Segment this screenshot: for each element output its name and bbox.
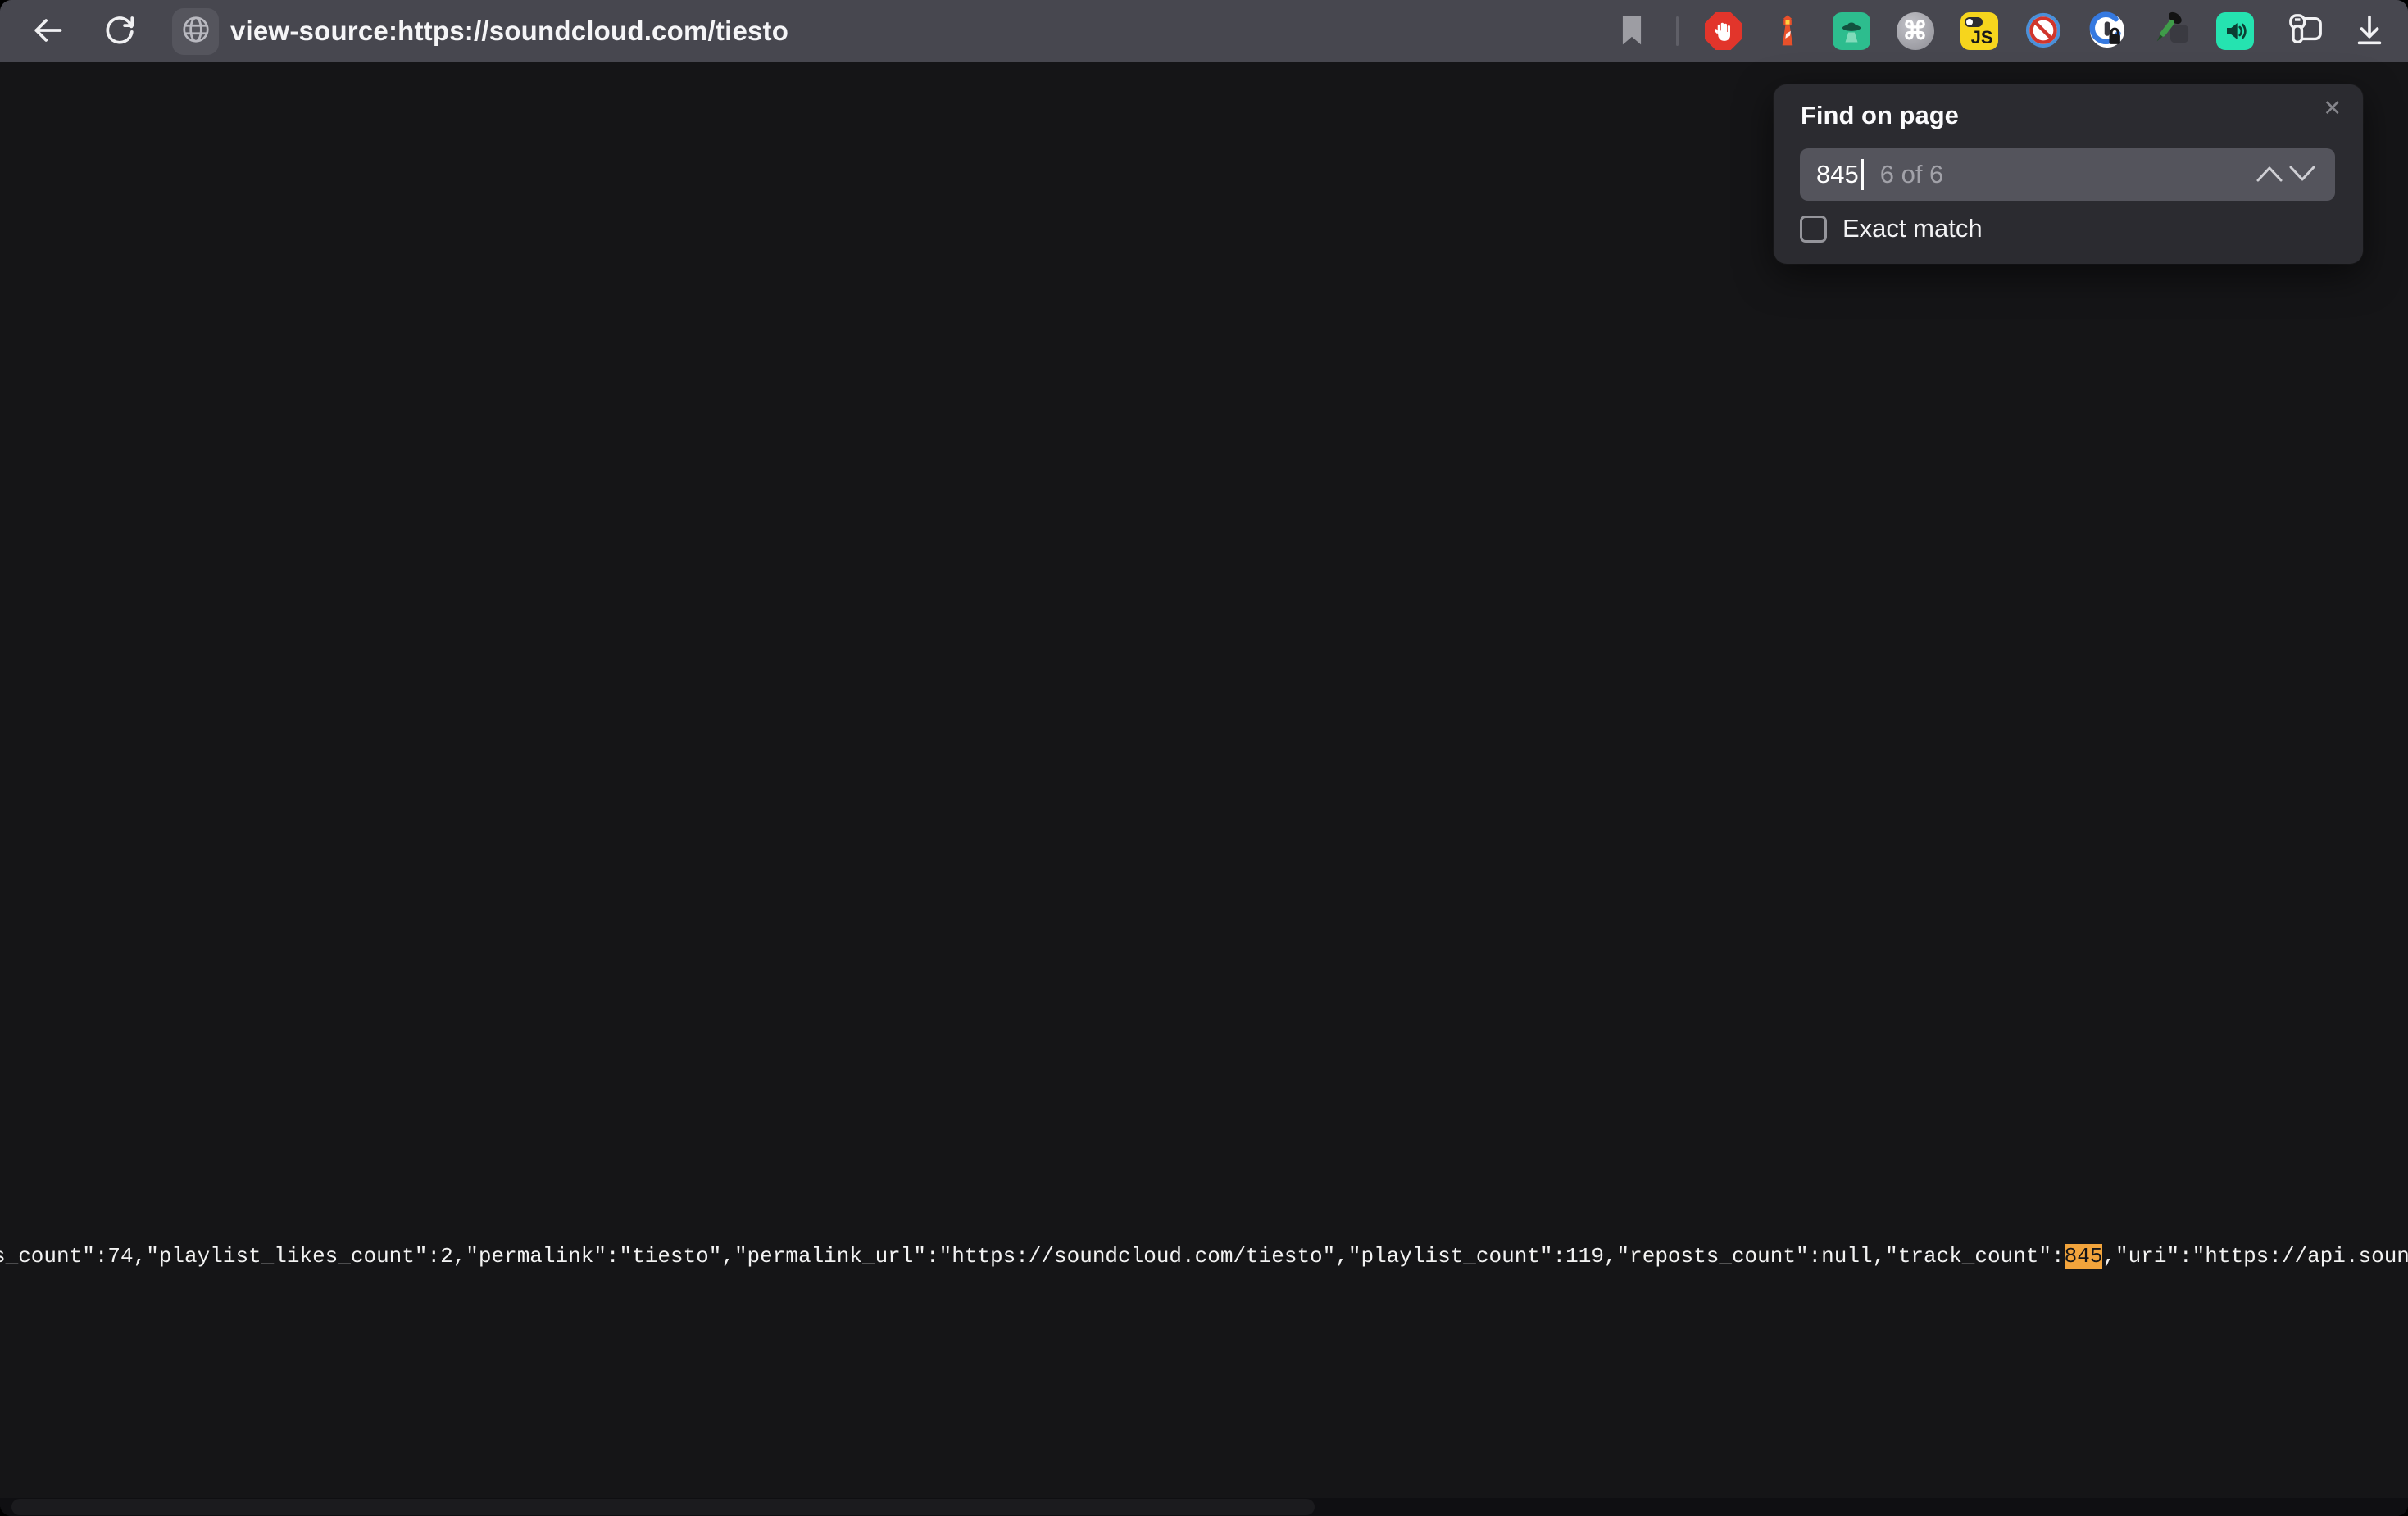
toggle-icon xyxy=(1965,17,1983,27)
speaker-icon xyxy=(2216,12,2254,50)
adblock-hand-icon xyxy=(1705,12,1742,50)
bookmark-icon xyxy=(1620,15,1644,48)
tab-manager-button[interactable] xyxy=(2286,12,2324,51)
reload-icon xyxy=(102,12,138,51)
toolbar-right-icons: ⌘ JS xyxy=(1612,0,2388,62)
extension-ufo[interactable] xyxy=(1832,12,1870,51)
js-badge-label: JS xyxy=(1971,27,1993,48)
lighthouse-icon xyxy=(1771,12,1804,51)
chevron-down-icon xyxy=(2288,165,2316,185)
extension-adblock[interactable] xyxy=(1704,12,1742,51)
extension-content-blocker[interactable] xyxy=(2024,12,2062,51)
exact-match-label: Exact match xyxy=(1842,214,1983,243)
exact-match-row: Exact match xyxy=(1800,214,1983,243)
reload-button[interactable] xyxy=(100,11,139,51)
tabs-key-icon xyxy=(2284,9,2327,54)
extension-password-lock[interactable] xyxy=(2088,12,2126,51)
no-entry-icon xyxy=(2024,11,2062,52)
bookmark-button[interactable] xyxy=(1612,12,1651,51)
previous-match-button[interactable] xyxy=(2253,158,2286,191)
source-text-after: ,"uri":"https://api.soun xyxy=(2102,1244,2408,1269)
find-on-page-panel: Find on page ✕ 845 6 of 6 Exact match xyxy=(1774,84,2363,264)
download-icon xyxy=(2351,11,2388,52)
horizontal-scrollbar-thumb[interactable] xyxy=(11,1499,1315,1515)
source-text-before: s_count":74,"playlist_likes_count":2,"pe… xyxy=(0,1244,2065,1269)
url-text: view-source:https://soundcloud.com/tiest… xyxy=(230,16,788,47)
downloads-button[interactable] xyxy=(2350,12,2388,51)
match-counter: 6 of 6 xyxy=(1880,160,1944,189)
command-icon: ⌘ xyxy=(1897,12,1934,50)
close-icon[interactable]: ✕ xyxy=(2319,93,2345,125)
chevron-up-icon xyxy=(2256,165,2283,185)
site-favicon-chip xyxy=(172,8,219,55)
horizontal-scrollbar-track[interactable] xyxy=(0,1498,2408,1516)
globe-icon xyxy=(180,14,211,49)
lock-circle-icon xyxy=(2088,11,2126,52)
extension-color-picker[interactable] xyxy=(2151,12,2190,51)
eyedropper-icon xyxy=(2152,11,2190,52)
find-search-input[interactable]: 845 6 of 6 xyxy=(1800,148,2335,201)
extension-shortcuts[interactable]: ⌘ xyxy=(1896,12,1934,51)
find-query-text: 845 xyxy=(1816,160,1859,189)
back-arrow-icon xyxy=(30,12,66,51)
address-bar[interactable]: view-source:https://soundcloud.com/tiest… xyxy=(139,8,788,55)
extension-js-toggle[interactable]: JS xyxy=(1960,12,1998,51)
find-panel-title: Find on page xyxy=(1801,101,1959,130)
back-button[interactable] xyxy=(28,11,67,51)
browser-window: view-source:https://soundcloud.com/tiest… xyxy=(0,0,2408,1516)
ufo-icon xyxy=(1833,12,1870,50)
source-code-line: s_count":74,"playlist_likes_count":2,"pe… xyxy=(0,1242,2408,1270)
page-content: s_count":74,"playlist_likes_count":2,"pe… xyxy=(0,62,2408,1516)
extension-lighthouse[interactable] xyxy=(1768,12,1806,51)
next-match-button[interactable] xyxy=(2286,158,2319,191)
js-toggle-icon: JS xyxy=(1960,12,1998,50)
exact-match-checkbox[interactable] xyxy=(1800,216,1827,243)
text-caret xyxy=(1861,159,1864,190)
browser-toolbar: view-source:https://soundcloud.com/tiest… xyxy=(0,0,2408,62)
extension-audio[interactable] xyxy=(2215,12,2254,51)
toolbar-separator xyxy=(1676,16,1679,46)
find-match-highlight: 845 xyxy=(2065,1244,2103,1269)
